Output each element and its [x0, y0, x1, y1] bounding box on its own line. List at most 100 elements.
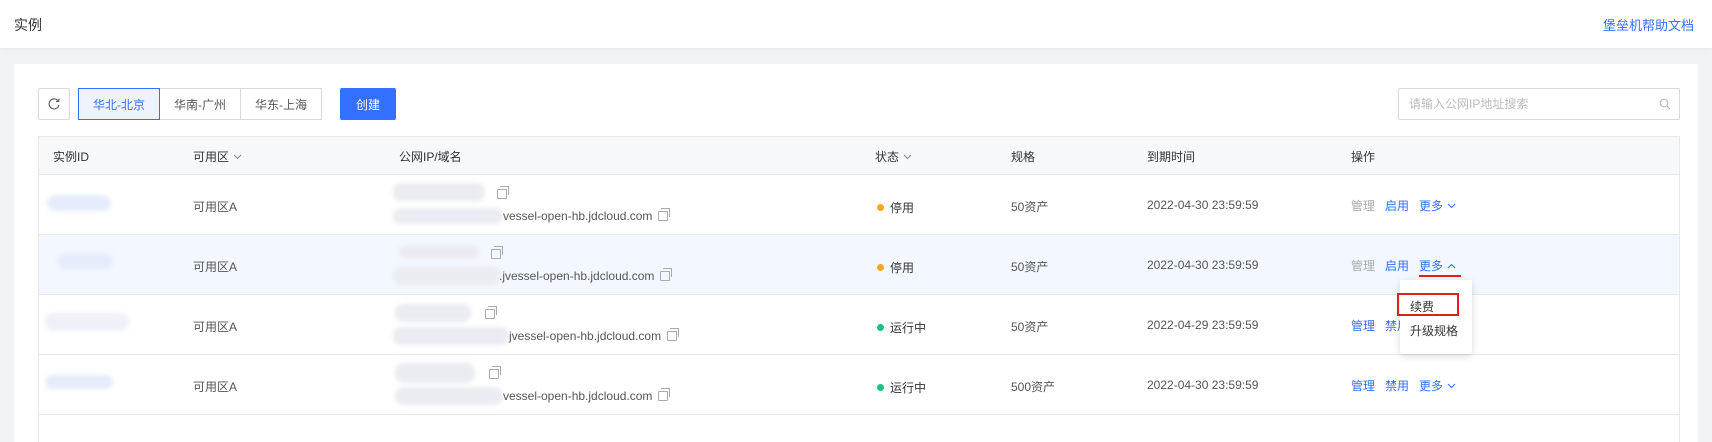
- ops-cell: 管理 启用 更多: [1351, 197, 1456, 214]
- col-zone-label: 可用区: [193, 150, 230, 164]
- status-text: 运行中: [890, 381, 927, 395]
- col-ip-label: 公网IP/域名: [399, 150, 462, 164]
- page-title: 实例: [14, 17, 42, 33]
- chevron-down-icon: [233, 154, 242, 159]
- chevron-down-icon: [903, 154, 912, 159]
- copy-icon[interactable]: [497, 186, 509, 199]
- expire-cell: 2022-04-30 23:59:59: [1147, 258, 1259, 272]
- status-cell: 停用: [877, 259, 914, 276]
- col-spec-label: 规格: [1011, 150, 1036, 164]
- enable-link[interactable]: 启用: [1385, 257, 1409, 274]
- col-expire: 到期时间: [1147, 148, 1195, 165]
- col-status-label: 状态: [875, 150, 900, 164]
- copy-icon[interactable]: [485, 306, 497, 319]
- redacted-instance-id: [57, 253, 113, 269]
- create-button[interactable]: 创建: [340, 88, 396, 120]
- manage-link[interactable]: 管理: [1351, 377, 1375, 394]
- col-zone[interactable]: 可用区: [193, 148, 242, 165]
- col-ops-label: 操作: [1351, 150, 1376, 164]
- zone-cell: 可用区A: [193, 260, 238, 274]
- redacted-ip: [393, 183, 485, 201]
- enable-link[interactable]: 启用: [1385, 197, 1409, 214]
- ops-cell: 管理 启用 更多: [1351, 257, 1462, 277]
- expire-cell: 2022-04-30 23:59:59: [1147, 198, 1259, 212]
- redacted-ip: [395, 304, 471, 322]
- more-label: 更多: [1419, 199, 1444, 213]
- domain-text: .jvessel-open-hb.jdcloud.com: [499, 269, 655, 283]
- col-ip: 公网IP/域名: [399, 148, 462, 165]
- region-tabs: 华北-北京 华南-广州 华东-上海: [78, 88, 322, 120]
- domain-cell: vessel-open-hb.jdcloud.com: [503, 388, 671, 403]
- copy-icon[interactable]: [489, 366, 501, 379]
- col-instance-id: 实例ID: [53, 148, 89, 165]
- status-text: 运行中: [890, 321, 927, 335]
- status-text: 停用: [890, 261, 915, 275]
- more-link[interactable]: 更多: [1419, 377, 1456, 394]
- chevron-down-icon: [1447, 383, 1456, 388]
- spec-cell: 50资产: [1011, 200, 1049, 214]
- more-dropdown-menu: 续费 升级规格: [1400, 280, 1472, 354]
- zone-cell: 可用区A: [193, 380, 238, 394]
- copy-icon[interactable]: [660, 268, 673, 281]
- redacted-instance-id: [45, 313, 129, 331]
- redacted-ip: [399, 245, 479, 259]
- table-row: 可用区A vessel-open-hb.jdcloud.com 停用 50资产 …: [39, 175, 1679, 235]
- renew-menu-item[interactable]: 续费: [1410, 298, 1434, 315]
- col-status[interactable]: 状态: [875, 148, 912, 165]
- region-tab-shanghai[interactable]: 华东-上海: [240, 88, 322, 120]
- region-tab-guangzhou[interactable]: 华南-广州: [159, 88, 241, 120]
- col-instance-id-label: 实例ID: [53, 150, 90, 164]
- status-dot: [877, 264, 884, 271]
- chevron-up-icon: [1447, 263, 1456, 268]
- redacted-domain-prefix: [393, 208, 503, 224]
- redacted-domain-prefix: [395, 387, 503, 405]
- spec-cell: 50资产: [1011, 260, 1049, 274]
- region-tab-beijing[interactable]: 华北-北京: [78, 88, 160, 120]
- zone-cell: 可用区A: [193, 320, 238, 334]
- redacted-domain-prefix: [393, 267, 501, 285]
- domain-text: vessel-open-hb.jdcloud.com: [503, 209, 653, 223]
- status-text: 停用: [890, 201, 915, 215]
- status-dot: [877, 324, 884, 331]
- search-icon[interactable]: [1651, 98, 1679, 110]
- manage-link[interactable]: 管理: [1351, 317, 1375, 334]
- expire-cell: 2022-04-30 23:59:59: [1147, 378, 1259, 392]
- redacted-instance-id: [47, 195, 111, 211]
- top-bar: 实例 堡垒机帮助文档: [0, 0, 1712, 48]
- status-dot: [877, 384, 884, 391]
- more-label: 更多: [1419, 379, 1444, 393]
- more-link[interactable]: 更多: [1419, 257, 1462, 277]
- col-ops: 操作: [1351, 148, 1375, 165]
- table-row: 可用区A vessel-open-hb.jdcloud.com 运行中 500资…: [39, 355, 1679, 415]
- domain-cell: jvessel-open-hb.jdcloud.com: [509, 328, 680, 343]
- manage-link[interactable]: 管理: [1351, 197, 1375, 214]
- domain-cell: vessel-open-hb.jdcloud.com: [503, 208, 671, 223]
- domain-cell: .jvessel-open-hb.jdcloud.com: [499, 268, 673, 283]
- copy-icon[interactable]: [658, 208, 671, 221]
- highlight-underline: [1419, 275, 1462, 277]
- disable-link[interactable]: 禁用: [1385, 377, 1409, 394]
- table-header: 实例ID 可用区 公网IP/域名 状态 规格 到期时间 操作: [39, 137, 1679, 175]
- zone-cell: 可用区A: [193, 200, 238, 214]
- search-box: [1398, 88, 1680, 120]
- search-input[interactable]: [1399, 89, 1651, 119]
- instance-card: 华北-北京 华南-广州 华东-上海 创建 实例ID 可用区 公网IP/域名 状态…: [14, 64, 1698, 442]
- status-cell: 停用: [877, 199, 914, 216]
- help-doc-link[interactable]: 堡垒机帮助文档: [1603, 15, 1694, 34]
- redacted-instance-id: [45, 375, 113, 389]
- ops-cell: 管理 禁用 更多: [1351, 377, 1456, 394]
- upgrade-spec-menu-item[interactable]: 升级规格: [1410, 322, 1458, 339]
- copy-icon[interactable]: [667, 328, 680, 341]
- refresh-icon: [48, 98, 60, 110]
- copy-icon[interactable]: [491, 246, 503, 259]
- spec-cell: 500资产: [1011, 380, 1056, 394]
- status-cell: 运行中: [877, 319, 926, 336]
- manage-link[interactable]: 管理: [1351, 257, 1375, 274]
- refresh-button[interactable]: [38, 88, 70, 120]
- status-dot: [877, 204, 884, 211]
- redacted-ip: [395, 363, 475, 383]
- status-cell: 运行中: [877, 379, 926, 396]
- more-label: 更多: [1419, 259, 1444, 273]
- more-link[interactable]: 更多: [1419, 197, 1456, 214]
- copy-icon[interactable]: [658, 388, 671, 401]
